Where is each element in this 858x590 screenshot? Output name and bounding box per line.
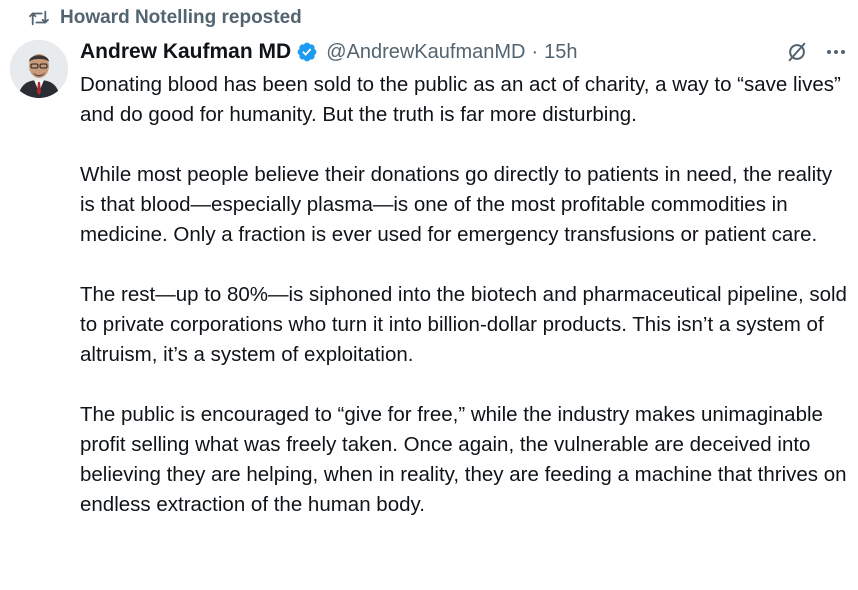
tweet-paragraph: While most people believe their donation… xyxy=(80,163,833,246)
tweet-header: Andrew Kaufman MD @AndrewKaufmanMD · 15h xyxy=(80,37,848,67)
separator-dot: · xyxy=(531,40,539,63)
repost-context[interactable]: Howard Notelling reposted xyxy=(28,4,302,32)
header-actions xyxy=(786,41,848,63)
more-options-icon[interactable] xyxy=(824,41,848,63)
repost-icon xyxy=(28,9,50,27)
repost-label[interactable]: Howard Notelling reposted xyxy=(60,7,302,29)
post-timestamp[interactable]: 15h xyxy=(544,41,577,64)
tweet-text: Donating blood has been sold to the publ… xyxy=(80,70,852,520)
tweet-paragraph: Donating blood has been sold to the publ… xyxy=(80,73,841,126)
verified-badge-icon[interactable] xyxy=(296,41,318,63)
author-display-name[interactable]: Andrew Kaufman MD xyxy=(80,40,291,64)
grok-icon[interactable] xyxy=(786,41,808,63)
author-handle[interactable]: @AndrewKaufmanMD xyxy=(326,41,525,64)
avatar[interactable] xyxy=(10,40,68,98)
tweet-paragraph: The rest—up to 80%—is siphoned into the … xyxy=(80,283,847,366)
tweet-paragraph: The public is encouraged to “give for fr… xyxy=(80,403,847,516)
